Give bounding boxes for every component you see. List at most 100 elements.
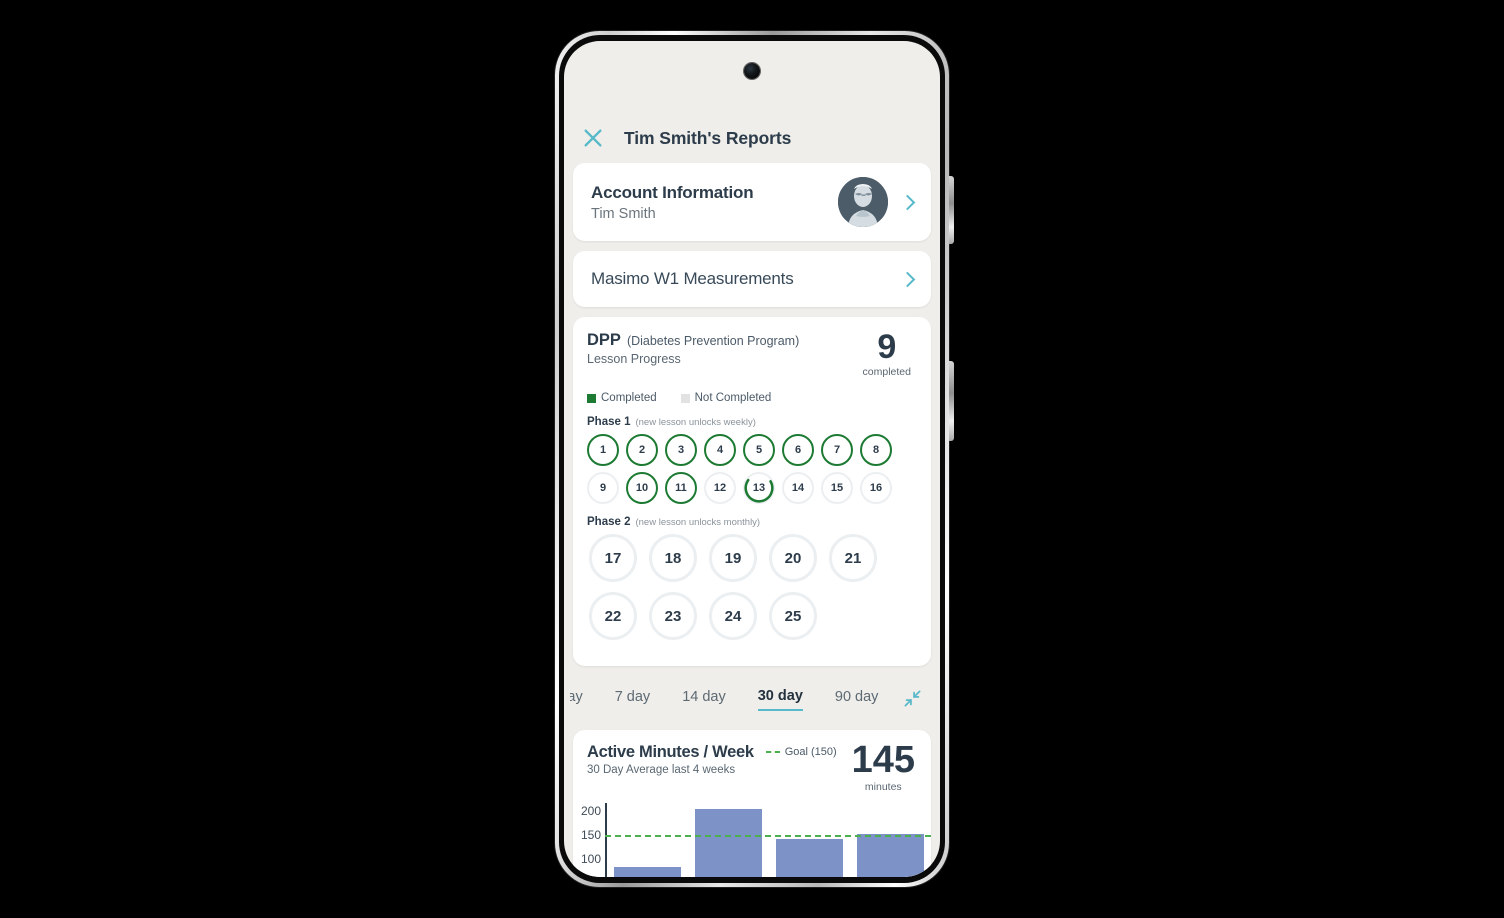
phone-bezel: Tim Smith's Reports Account Information … [559,35,954,883]
account-text-block: Account Information Tim Smith [591,183,838,222]
bar-slot-8/15 [769,803,850,877]
lesson-circle-20[interactable]: 20 [769,534,817,583]
legend-label-completed: Completed [601,392,657,405]
time-range-tab-14-day[interactable]: 14 day [682,689,726,710]
lesson-number: 1 [599,444,607,457]
lesson-number: 21 [844,549,862,567]
dpp-header: DPP (Diabetes Prevention Program) Lesson… [587,328,917,379]
lesson-circle-3[interactable]: 3 [665,434,697,467]
lesson-number: 3 [677,444,685,457]
lesson-circle-2[interactable]: 2 [626,434,658,467]
time-range-tab-90-day[interactable]: 90 day [835,689,879,710]
dpp-progress-card: DPP (Diabetes Prevention Program) Lesson… [573,317,931,667]
lesson-circle-24[interactable]: 24 [709,592,757,641]
bar-8/15 [776,838,843,877]
account-subtitle: Tim Smith [591,205,656,222]
lesson-circle-5[interactable]: 5 [743,434,775,467]
y-tick-150: 150 [580,827,601,842]
chart-goal-legend: Goal (150) [765,746,837,759]
goal-legend-label: Goal (150) [784,746,837,759]
chart-goal-line [605,834,931,837]
phase-2-header: Phase 2 (new lesson unlocks monthly) [587,516,917,528]
lesson-circle-8[interactable]: 8 [860,434,892,467]
phase-2-lesson-row-1: 17 18 19 20 21 [587,534,917,583]
app-header: Tim Smith's Reports [570,41,934,163]
chart-y-axis-labels: 50 100 150 200 [573,803,603,878]
lesson-number: 8 [872,444,880,457]
lesson-number: 17 [604,549,622,567]
lesson-number: 22 [604,607,622,625]
bar-slot-8/8 [688,803,769,877]
lesson-number: 25 [784,607,802,625]
dpp-title-row: DPP (Diabetes Prevention Program) [587,331,863,350]
lesson-number: 4 [716,444,724,457]
side-button-upper[interactable] [949,176,954,244]
lesson-circle-15[interactable]: 15 [821,472,853,505]
masimo-measurements-card[interactable]: Masimo W1 Measurements [573,251,931,307]
page-title: Tim Smith's Reports [624,127,792,148]
lesson-number: 11 [675,482,687,495]
collapse-button[interactable] [898,684,926,712]
lesson-circle-16[interactable]: 16 [860,472,892,505]
y-tick-100: 100 [580,851,601,866]
dpp-completed-count: 9 [877,328,897,366]
avatar [838,177,888,227]
time-range-tab-today[interactable]: Today [570,689,583,710]
lesson-circle-13[interactable]: 13 [743,472,775,505]
phase-1-note: (new lesson unlocks weekly) [635,417,756,429]
lesson-number: 5 [755,444,763,457]
bar-8/1 [614,866,681,877]
bar-slot-8/1 [607,803,688,877]
lesson-circle-1[interactable]: 1 [587,434,619,467]
chevron-right-icon [899,271,916,287]
chart-header: Active Minutes / Week 30 Day Average las… [573,739,931,793]
lesson-circle-23[interactable]: 23 [649,592,697,641]
front-camera-icon [744,63,760,79]
time-range-tab-7-day[interactable]: 7 day [615,689,650,710]
lesson-circle-14[interactable]: 14 [782,472,814,505]
time-range-tab-bar[interactable]: Today 7 day 14 day 30 day 90 day [570,676,934,722]
dpp-count-block: 9 completed [862,328,917,379]
dpp-header-left: DPP (Diabetes Prevention Program) Lesson… [587,331,863,366]
lesson-number: 6 [794,444,802,457]
account-information-card[interactable]: Account Information Tim Smith [573,163,931,241]
lesson-number: 13 [752,482,766,495]
close-icon[interactable] [582,127,604,149]
side-button-lower[interactable] [949,361,954,441]
lesson-circle-25[interactable]: 25 [769,592,817,641]
phase-2-note: (new lesson unlocks monthly) [635,517,761,529]
y-tick-200: 200 [580,803,601,818]
dpp-completed-label: completed [862,366,911,379]
lesson-circle-18[interactable]: 18 [649,534,697,583]
lesson-number: 14 [791,482,805,495]
lesson-circle-17[interactable]: 17 [589,534,637,583]
masimo-title: Masimo W1 Measurements [591,269,794,288]
lesson-circle-22[interactable]: 22 [589,592,637,641]
lesson-circle-21[interactable]: 21 [829,534,877,583]
lesson-number: 7 [833,444,841,457]
lesson-number: 12 [713,482,727,495]
lesson-number: 16 [869,482,883,495]
lesson-circle-6[interactable]: 6 [782,434,814,467]
bar-8/8 [695,808,762,877]
lesson-circle-12[interactable]: 12 [704,472,736,505]
lesson-circle-11[interactable]: 11 [665,472,697,505]
lesson-circle-4[interactable]: 4 [704,434,736,467]
lesson-number: 9 [599,482,607,495]
chart-value-block: 145 minutes [851,739,919,793]
lesson-circle-7[interactable]: 7 [821,434,853,467]
time-range-tab-scroll[interactable]: Today 7 day 14 day 30 day 90 day [570,676,878,722]
lesson-circle-10[interactable]: 10 [626,472,658,505]
bar-8/22 [857,834,924,877]
time-range-tab-30-day[interactable]: 30 day [757,688,803,711]
lesson-circle-9[interactable]: 9 [587,472,619,505]
chart-summary-value: 145 [851,739,915,782]
lesson-circle-19[interactable]: 19 [709,534,757,583]
active-minutes-chart-card: Active Minutes / Week 30 Day Average las… [573,730,931,877]
lesson-number: 19 [724,549,742,567]
lesson-number: 18 [664,549,682,567]
dpp-full-name: (Diabetes Prevention Program) [626,334,800,348]
app-content: Tim Smith's Reports Account Information … [564,41,940,877]
lesson-number: 24 [724,607,742,625]
phone-screen: Tim Smith's Reports Account Information … [564,41,940,877]
